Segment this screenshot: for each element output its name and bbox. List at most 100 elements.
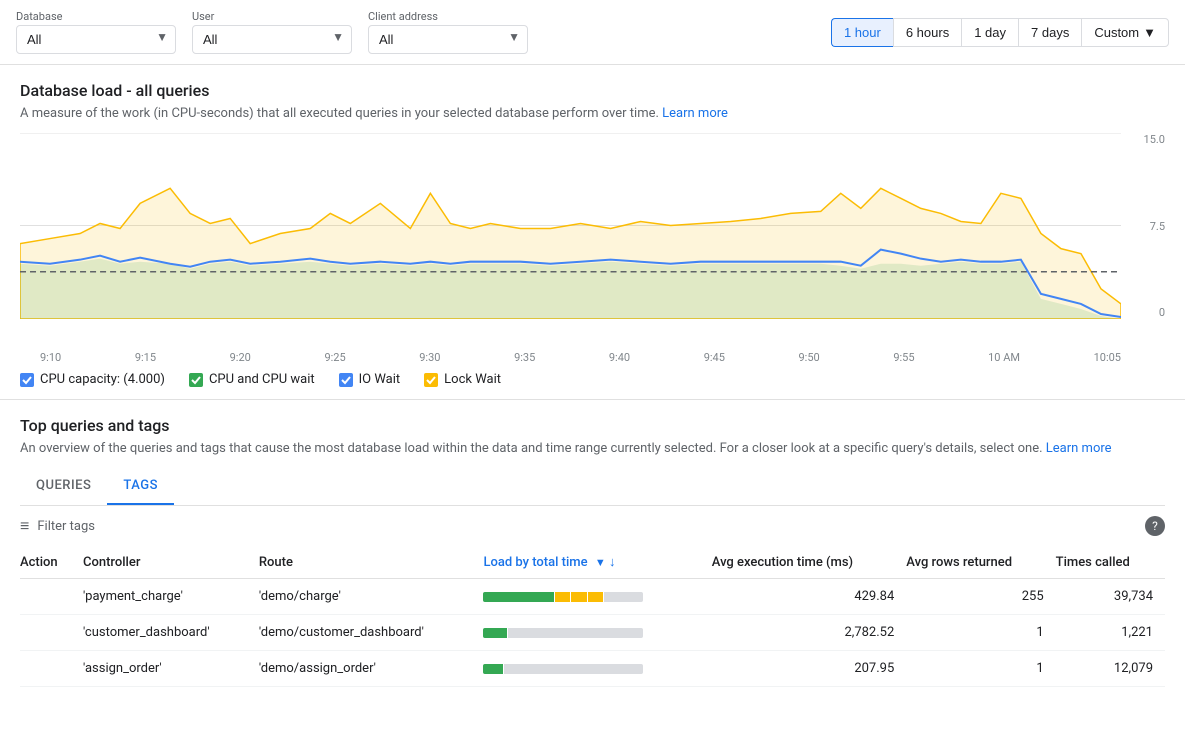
cell-controller-3: 'assign_order' bbox=[83, 651, 259, 687]
cell-avg-rows-2: 1 bbox=[906, 615, 1055, 651]
lb-gray-1 bbox=[604, 592, 643, 602]
lb-green-2 bbox=[483, 628, 507, 638]
lb-gray-3 bbox=[504, 664, 644, 674]
cell-load-2 bbox=[483, 615, 711, 651]
database-select[interactable]: All bbox=[16, 25, 176, 54]
cell-controller-2: 'customer_dashboard' bbox=[83, 615, 259, 651]
user-dropdown-group: User All ▼ bbox=[192, 10, 352, 54]
tab-queries[interactable]: QUERIES bbox=[20, 468, 107, 505]
load-bar-2 bbox=[483, 628, 643, 638]
legend-label-lock-wait: Lock Wait bbox=[444, 372, 501, 387]
legend-label-cpu-wait: CPU and CPU wait bbox=[209, 372, 315, 387]
tab-tags[interactable]: TAGS bbox=[107, 468, 174, 505]
chart-container: 15.0 7.5 0 bbox=[20, 133, 1165, 343]
y-label-top: 15.0 bbox=[1144, 133, 1165, 146]
table-row[interactable]: 'payment_charge' 'demo/charge' 429.84 25… bbox=[20, 579, 1165, 615]
top-queries-description: An overview of the queries and tags that… bbox=[20, 441, 1165, 456]
filter-tags-label: Filter tags bbox=[37, 519, 95, 534]
cell-avg-exec-3: 207.95 bbox=[712, 651, 907, 687]
chart-svg bbox=[20, 133, 1121, 319]
chart-section: Database load - all queries A measure of… bbox=[0, 65, 1185, 400]
time-btn-7days[interactable]: 7 days bbox=[1018, 18, 1081, 47]
top-queries-title: Top queries and tags bbox=[20, 416, 1165, 435]
lb-orange-2 bbox=[571, 592, 587, 602]
sort-arrow: ↓ bbox=[609, 555, 616, 570]
cell-route-1: 'demo/charge' bbox=[259, 579, 484, 615]
cell-action-3 bbox=[20, 651, 83, 687]
lb-orange-1 bbox=[555, 592, 571, 602]
top-queries-learn-more-link[interactable]: Learn more bbox=[1046, 441, 1112, 456]
user-label: User bbox=[192, 10, 352, 23]
col-load[interactable]: Load by total time ▼ ↓ bbox=[483, 546, 711, 579]
legend-label-cpu-capacity: CPU capacity: (4.000) bbox=[40, 372, 165, 387]
col-controller: Controller bbox=[83, 546, 259, 579]
lb-gray-2 bbox=[508, 628, 643, 638]
table-row[interactable]: 'customer_dashboard' 'demo/customer_dash… bbox=[20, 615, 1165, 651]
green-area bbox=[20, 259, 1121, 319]
client-address-dropdown-group: Client address All ▼ bbox=[368, 10, 528, 54]
data-table: Action Controller Route Load by total ti… bbox=[20, 546, 1165, 687]
time-btn-1hour[interactable]: 1 hour bbox=[831, 18, 893, 47]
table-row[interactable]: 'assign_order' 'demo/assign_order' 207.9… bbox=[20, 651, 1165, 687]
lb-green-1 bbox=[483, 592, 553, 602]
cell-load-1 bbox=[483, 579, 711, 615]
col-times-called: Times called bbox=[1056, 546, 1165, 579]
time-range-buttons: 1 hour 6 hours 1 day 7 days Custom ▼ bbox=[831, 18, 1169, 47]
cell-avg-exec-2: 2,782.52 bbox=[712, 615, 907, 651]
cell-avg-rows-3: 1 bbox=[906, 651, 1055, 687]
help-icon[interactable]: ? bbox=[1145, 516, 1165, 536]
filter-left: ≡ Filter tags bbox=[20, 516, 95, 536]
check-icon-io-wait bbox=[340, 374, 352, 386]
cell-route-3: 'demo/assign_order' bbox=[259, 651, 484, 687]
legend-checkbox-cpu-wait bbox=[189, 373, 203, 387]
legend-checkbox-io-wait bbox=[339, 373, 353, 387]
chart-legend: CPU capacity: (4.000) CPU and CPU wait I… bbox=[20, 364, 1165, 391]
database-label: Database bbox=[16, 10, 176, 23]
load-bar-3 bbox=[483, 664, 643, 674]
cell-load-3 bbox=[483, 651, 711, 687]
database-dropdown-group: Database All ▼ bbox=[16, 10, 176, 54]
cell-route-2: 'demo/customer_dashboard' bbox=[259, 615, 484, 651]
cell-times-called-1: 39,734 bbox=[1056, 579, 1165, 615]
chart-x-labels: 9:10 9:15 9:20 9:25 9:30 9:35 9:40 9:45 … bbox=[20, 347, 1165, 364]
cell-times-called-3: 12,079 bbox=[1056, 651, 1165, 687]
legend-checkbox-cpu-capacity bbox=[20, 373, 34, 387]
check-icon-lock-wait bbox=[425, 374, 437, 386]
legend-checkbox-lock-wait bbox=[424, 373, 438, 387]
check-icon-cpu-wait bbox=[190, 374, 202, 386]
lb-orange-3 bbox=[588, 592, 604, 602]
legend-item-cpu-wait[interactable]: CPU and CPU wait bbox=[189, 372, 315, 387]
legend-item-cpu-capacity[interactable]: CPU capacity: (4.000) bbox=[20, 372, 165, 387]
client-address-select[interactable]: All bbox=[368, 25, 528, 54]
cell-controller-1: 'payment_charge' bbox=[83, 579, 259, 615]
col-action: Action bbox=[20, 546, 83, 579]
legend-label-io-wait: IO Wait bbox=[359, 372, 401, 387]
user-select[interactable]: All bbox=[192, 25, 352, 54]
col-avg-rows: Avg rows returned bbox=[906, 546, 1055, 579]
cell-avg-exec-1: 429.84 bbox=[712, 579, 907, 615]
legend-item-io-wait[interactable]: IO Wait bbox=[339, 372, 401, 387]
lb-green-3 bbox=[483, 664, 502, 674]
top-bar: Database All ▼ User All ▼ Client address… bbox=[0, 0, 1185, 65]
bottom-section: Top queries and tags An overview of the … bbox=[0, 400, 1185, 687]
chart-title: Database load - all queries bbox=[20, 81, 1165, 100]
cell-times-called-2: 1,221 bbox=[1056, 615, 1165, 651]
chart-description: A measure of the work (in CPU-seconds) t… bbox=[20, 106, 1165, 121]
table-header-row: Action Controller Route Load by total ti… bbox=[20, 546, 1165, 579]
legend-item-lock-wait[interactable]: Lock Wait bbox=[424, 372, 501, 387]
sort-down-icon: ▼ bbox=[595, 556, 606, 569]
filter-row: ≡ Filter tags ? bbox=[20, 506, 1165, 546]
tabs: QUERIES TAGS bbox=[20, 468, 1165, 506]
y-label-mid: 7.5 bbox=[1150, 220, 1165, 233]
col-avg-exec: Avg execution time (ms) bbox=[712, 546, 907, 579]
custom-dropdown-arrow: ▼ bbox=[1143, 25, 1156, 40]
time-btn-1day[interactable]: 1 day bbox=[961, 18, 1018, 47]
filter-icon: ≡ bbox=[20, 516, 29, 536]
chart-learn-more-link[interactable]: Learn more bbox=[662, 106, 728, 121]
time-btn-6hours[interactable]: 6 hours bbox=[893, 18, 961, 47]
chart-y-labels: 15.0 7.5 0 bbox=[1125, 133, 1165, 319]
cell-action-2 bbox=[20, 615, 83, 651]
y-label-bot: 0 bbox=[1159, 306, 1165, 319]
load-bar-1 bbox=[483, 592, 643, 602]
time-btn-custom[interactable]: Custom ▼ bbox=[1081, 18, 1169, 47]
